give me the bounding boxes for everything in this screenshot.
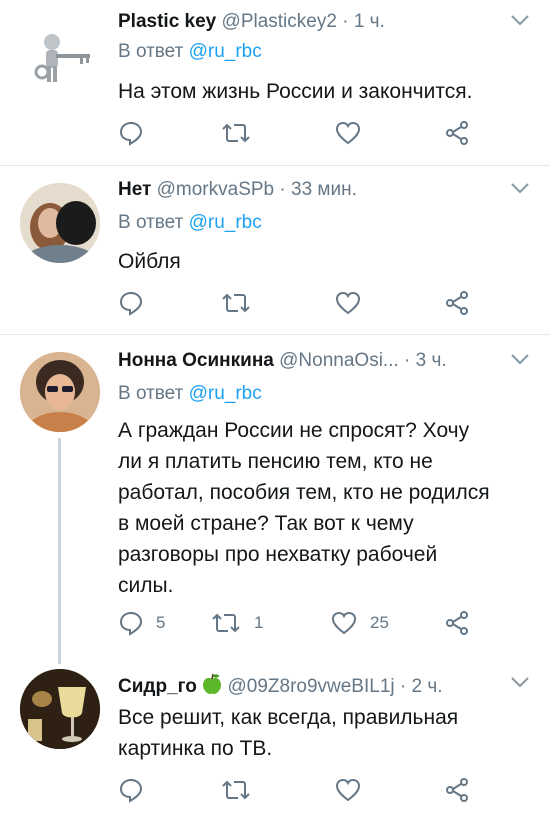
- caret-down-icon[interactable]: [510, 352, 530, 366]
- tweet-net[interactable]: Нет @morkvaSPb · 33 мин. В ответ @ru_rbc…: [0, 166, 550, 333]
- reply-button[interactable]: [118, 118, 156, 148]
- timestamp[interactable]: 3 ч.: [416, 350, 447, 371]
- reply-button[interactable]: [118, 775, 156, 805]
- separator-dot: ·: [399, 676, 407, 697]
- tweet-plastic-key[interactable]: Plastic key @Plastickey2 · 1 ч. В ответ …: [0, 0, 550, 165]
- retweet-count: 1: [254, 613, 264, 632]
- reply-button[interactable]: [118, 288, 156, 318]
- tweet-actions: 5 1 25: [118, 608, 478, 638]
- tweet-text-line: Все решит, как всегда, правильная: [118, 706, 459, 729]
- tweet-text-line: А граждан России не спросят? Хочу: [118, 419, 470, 442]
- reply-icon: [119, 778, 143, 803]
- like-icon: [335, 291, 361, 315]
- reply-to-link[interactable]: @ru_rbc: [189, 212, 262, 233]
- tweet-text-line: ли я платить пенсию тем, кто не: [118, 450, 433, 473]
- tweet-sidr-go[interactable]: Сидр_го @09Z8ro9vweBIL1j · 2 ч. Все реши…: [0, 664, 550, 814]
- tweet-actions: [118, 118, 478, 148]
- reply-icon: [119, 121, 143, 146]
- timestamp[interactable]: 33 мин.: [291, 179, 357, 200]
- like-button[interactable]: 25: [330, 608, 389, 638]
- tweet-actions: [118, 775, 478, 805]
- like-icon: [335, 778, 361, 802]
- timestamp[interactable]: 1 ч.: [354, 11, 385, 32]
- avatar[interactable]: [20, 352, 100, 432]
- like-button[interactable]: [334, 118, 374, 148]
- separator-dot: ·: [404, 350, 411, 371]
- retweet-button[interactable]: [220, 775, 264, 805]
- share-icon: [446, 291, 468, 315]
- tweet-text-line: картинка по ТВ.: [118, 737, 273, 760]
- thread-connector: [58, 438, 61, 664]
- share-icon: [446, 611, 468, 635]
- timestamp[interactable]: 2 ч.: [412, 676, 443, 697]
- like-button[interactable]: [334, 288, 374, 318]
- tweet-header: Нонна Осинкина @NonnaOsi... · 3 ч.: [118, 350, 530, 376]
- retweet-button[interactable]: [220, 118, 264, 148]
- reply-prefix: В ответ: [118, 41, 189, 62]
- caret-down-icon[interactable]: [510, 181, 530, 195]
- reply-to-link[interactable]: @ru_rbc: [189, 383, 262, 404]
- user-handle[interactable]: @morkvaSPb: [157, 179, 275, 200]
- retweet-button[interactable]: [220, 288, 264, 318]
- user-name[interactable]: Сидр_го: [118, 676, 197, 697]
- woman-with-dog-avatar-image: [20, 183, 100, 263]
- like-icon: [331, 611, 357, 635]
- avatar[interactable]: [20, 16, 100, 96]
- avatar[interactable]: [20, 669, 100, 749]
- woman-avatar-image: [20, 352, 100, 432]
- user-name[interactable]: Plastic key: [118, 11, 216, 32]
- like-count: 25: [370, 613, 389, 632]
- user-handle[interactable]: @NonnaOsi...: [279, 350, 399, 371]
- like-button[interactable]: [334, 775, 374, 805]
- tweet-actions: [118, 288, 478, 318]
- green-apple-icon: [203, 673, 222, 694]
- reply-count: 5: [156, 613, 166, 632]
- tweet-header: Plastic key @Plastickey2 · 1 ч.: [118, 11, 530, 37]
- share-icon: [446, 121, 468, 145]
- retweet-icon: [222, 123, 250, 143]
- user-handle[interactable]: @Plastickey2: [222, 11, 337, 32]
- share-button[interactable]: [444, 775, 470, 805]
- retweet-icon: [222, 293, 250, 313]
- share-button[interactable]: [444, 288, 470, 318]
- tweet-text: А граждан России не спросят? Хочу ли я п…: [118, 415, 518, 601]
- tweet-text: На этом жизнь России и закончится.: [118, 80, 473, 103]
- wine-glass-avatar-image: [20, 669, 100, 749]
- reply-icon: [119, 291, 143, 316]
- tweet-text-line: разговоры про нехватку рабочей: [118, 543, 438, 566]
- reply-context: В ответ @ru_rbc: [118, 383, 262, 405]
- reply-button[interactable]: 5: [118, 608, 165, 638]
- tweet-nonna-osinkina[interactable]: Нонна Осинкина @NonnaOsi... · 3 ч. В отв…: [0, 335, 550, 664]
- tweet-text: Ойбля: [118, 250, 181, 273]
- reply-prefix: В ответ: [118, 212, 189, 233]
- avatar[interactable]: [20, 183, 100, 263]
- tweet-text-line: работал, пособия тем, кто не родился: [118, 481, 490, 504]
- tweet-text: Все решит, как всегда, правильная картин…: [118, 702, 518, 764]
- reply-prefix: В ответ: [118, 383, 189, 404]
- separator-dot: ·: [279, 179, 286, 200]
- tweet-text-line: в моей стране? Так вот к чему: [118, 512, 414, 535]
- tweet-text-line: силы.: [118, 574, 174, 597]
- caret-down-icon[interactable]: [510, 13, 530, 27]
- retweet-icon: [212, 613, 240, 633]
- share-icon: [446, 778, 468, 802]
- tweet-header: Сидр_го @09Z8ro9vweBIL1j · 2 ч.: [118, 673, 530, 699]
- reply-to-link[interactable]: @ru_rbc: [189, 41, 262, 62]
- retweet-button[interactable]: 1: [210, 608, 263, 638]
- user-name[interactable]: Нет: [118, 179, 151, 200]
- key-figure-avatar-image: [22, 18, 98, 94]
- reply-context: В ответ @ru_rbc: [118, 212, 262, 234]
- like-icon: [335, 121, 361, 145]
- reply-context: В ответ @ru_rbc: [118, 41, 262, 63]
- tweet-header: Нет @morkvaSPb · 33 мин.: [118, 179, 530, 205]
- reply-icon: [119, 611, 143, 636]
- user-handle[interactable]: @09Z8ro9vweBIL1j: [227, 676, 394, 697]
- user-name[interactable]: Нонна Осинкина: [118, 350, 274, 371]
- share-button[interactable]: [444, 118, 470, 148]
- separator-dot: ·: [342, 11, 349, 32]
- retweet-icon: [222, 780, 250, 800]
- caret-down-icon[interactable]: [510, 675, 530, 689]
- share-button[interactable]: [444, 608, 470, 638]
